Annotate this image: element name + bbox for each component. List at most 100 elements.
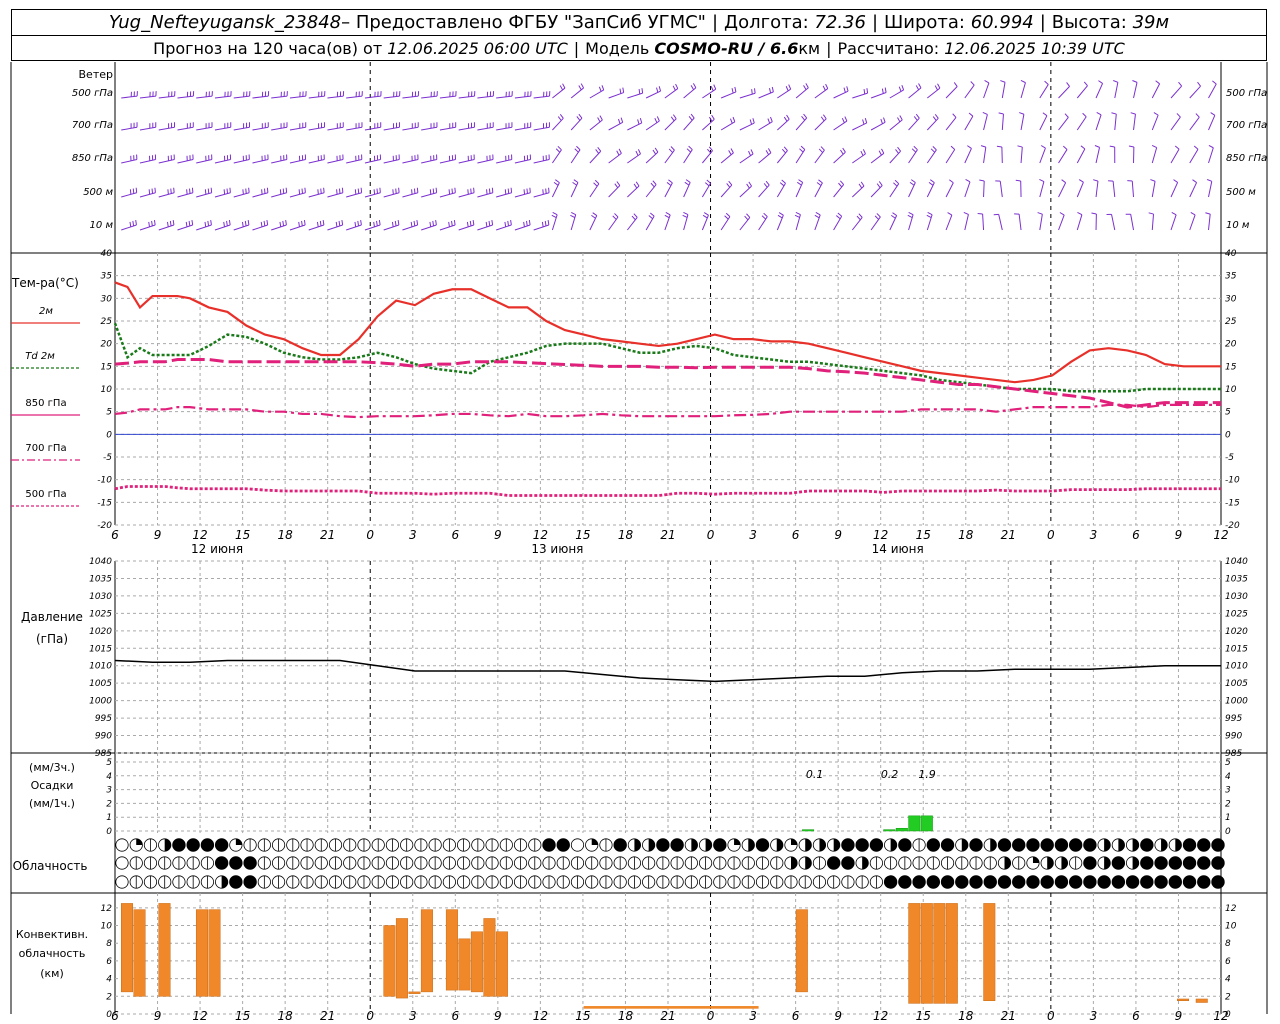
temp-tick-right: 25 — [1225, 317, 1237, 327]
wind-barb — [589, 212, 598, 231]
wind-barb-flag — [595, 149, 600, 154]
cloud-symbol — [200, 875, 215, 889]
cloud-symbol — [755, 856, 770, 870]
cloud-symbol — [713, 875, 727, 889]
cloud-symbol — [642, 838, 656, 852]
cloud-symbol — [556, 856, 570, 870]
cloud-symbol — [969, 856, 983, 870]
wind-barb-flag — [1193, 145, 1199, 150]
wind-barb — [1189, 145, 1199, 164]
wind-barb — [551, 179, 560, 198]
wind-barb — [1189, 81, 1201, 99]
wind-barb-flag — [750, 149, 754, 155]
cloud-symbol — [428, 838, 442, 852]
cloud-half — [1004, 856, 1011, 870]
cloud-symbol — [755, 838, 770, 852]
wind-barb-shaft — [233, 95, 250, 99]
wind-barb-shaft — [421, 224, 437, 231]
wind-barb-shaft — [889, 119, 903, 131]
wind-barb — [852, 88, 869, 99]
cloud-full — [969, 875, 983, 889]
cloud-symbol — [357, 838, 371, 852]
wind-barb — [814, 212, 821, 231]
wind-barb — [402, 91, 420, 99]
precip-tick-left: 1 — [106, 813, 112, 823]
cloud-symbol — [1154, 838, 1168, 852]
wind-barb-shaft — [1112, 181, 1116, 198]
cloud-symbol — [442, 838, 456, 852]
wind-barb — [908, 179, 916, 198]
wind-barb-flag — [658, 86, 662, 92]
wind-barb-shaft — [1020, 147, 1023, 164]
wind-barb-shaft — [514, 192, 531, 198]
temp-hour-label: 9 — [1175, 528, 1183, 542]
wind-barb-flag — [771, 86, 774, 92]
cloud-symbol — [172, 838, 186, 852]
precip-tick-left: 0 — [106, 827, 112, 837]
wind-barb-flag — [523, 221, 525, 227]
wind-barb-flag — [926, 214, 932, 219]
precip-total-label: 1.9 — [918, 768, 936, 781]
cloud-symbol — [371, 856, 385, 870]
wind-barb-shaft — [308, 159, 325, 164]
wind-barb-shaft — [851, 217, 863, 231]
wind-barb-flag — [654, 147, 659, 153]
wind-barb-shaft — [964, 148, 972, 164]
cloud-symbol — [855, 856, 869, 870]
wind-barb-flag — [637, 149, 641, 155]
wind-barb-shaft — [964, 181, 971, 198]
wind-barb-flag — [1066, 82, 1070, 87]
wind-barb-shaft — [477, 224, 493, 231]
precip-bar — [883, 829, 896, 832]
cloud-symbol — [371, 875, 385, 889]
wind-barb-flag — [754, 88, 756, 94]
wind-barb-flag — [1113, 80, 1119, 83]
wind-barb — [814, 146, 825, 164]
pressure-tick-left: 1025 — [89, 609, 112, 619]
temp-tick-left: -20 — [97, 521, 112, 531]
temp-hour-label: 0 — [366, 528, 374, 542]
wind-barb-shaft — [795, 87, 809, 99]
cloud-full — [1026, 875, 1040, 889]
cloud-title: Облачность — [13, 859, 88, 873]
temp-hour-label: 6 — [111, 528, 119, 542]
cloud-symbol — [428, 856, 442, 870]
cloud-symbol — [926, 838, 941, 852]
wind-barb-flag — [597, 117, 601, 123]
wind-barb-shaft — [627, 185, 640, 198]
temp-tick-left: 0 — [106, 430, 112, 440]
wind-barb — [346, 187, 363, 198]
wind-barb-flag — [1197, 81, 1201, 87]
wind-barb-shaft — [664, 182, 673, 198]
cloud-half — [1175, 838, 1182, 852]
wind-barb-flag — [507, 220, 509, 226]
wind-barb-shaft — [720, 152, 734, 164]
wind-barb-shaft — [1114, 114, 1117, 131]
wind-barb-flag — [795, 211, 801, 216]
wind-barb-shaft — [1130, 214, 1135, 231]
conv-hour-label: 0 — [707, 1009, 715, 1023]
cloud-symbol — [428, 875, 442, 889]
wind-barb-shaft — [982, 213, 985, 231]
cloud-symbol — [827, 875, 841, 889]
wind-barb-shaft — [1095, 181, 1099, 198]
cloud-circle — [115, 875, 129, 889]
wind-barb-flag — [844, 116, 848, 122]
wind-barb-flag — [547, 219, 550, 226]
cloud-symbol — [186, 838, 200, 852]
wind-barb — [1076, 145, 1086, 164]
cloud-quarter — [790, 838, 798, 845]
wind-barb-shaft — [814, 88, 829, 99]
wind-barb-flag — [913, 145, 918, 151]
wind-barb — [1058, 82, 1070, 99]
cloud-symbol — [841, 838, 855, 852]
wind-barb-flag — [947, 212, 953, 216]
wind-barb-flag — [915, 113, 920, 119]
wind-barb — [308, 219, 325, 231]
wind-barb-flag — [241, 221, 244, 227]
wind-barb-shaft — [158, 126, 175, 131]
wind-barb-shaft — [139, 126, 156, 131]
cloud-symbol — [1083, 856, 1097, 870]
cloud-symbol — [1111, 838, 1125, 852]
cloud-symbol — [243, 856, 257, 870]
